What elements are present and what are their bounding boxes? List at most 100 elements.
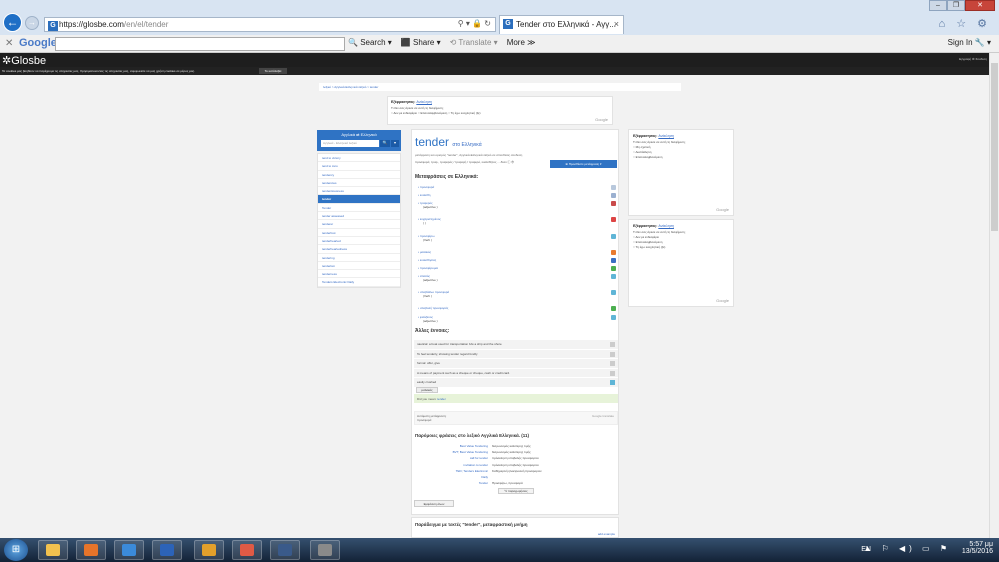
source-icon[interactable] (611, 265, 616, 271)
phrase-english[interactable]: BVT; Best Value Tendering (412, 450, 488, 454)
search-icon[interactable]: 🔍 (380, 140, 390, 147)
toolbar-share-button[interactable]: ⬛ Share ▾ (401, 38, 441, 47)
browser-tab[interactable]: G Tender στο Ελληνικά - Αγγ... × (499, 15, 624, 34)
source-icon[interactable] (611, 257, 616, 263)
taskbar-app-icon[interactable] (232, 540, 262, 560)
forward-button[interactable]: → (25, 16, 39, 30)
toolbar-translate-button[interactable]: ⟲ Translate ▾ (450, 38, 498, 47)
add-translation-button[interactable]: ⊕ Προσθέστε μετάφραση ▾ (550, 160, 617, 168)
sidebar-word-item[interactable]: tenderhearted (318, 236, 400, 246)
did-you-mean-link[interactable]: tender (437, 397, 446, 401)
source-icon[interactable] (611, 193, 616, 199)
toolbar-more-button[interactable]: More ≫ (507, 38, 536, 47)
translation-word[interactable]: ευαισθησίας (420, 258, 436, 262)
back-button[interactable]: ← (3, 13, 22, 32)
translation-word[interactable]: προσφορά (420, 185, 434, 189)
source-icon[interactable] (611, 314, 616, 320)
ad-options[interactable]: ○ Δεν με ενδιαφέρει ○ Επαναλαμβανόμενη ○… (391, 111, 609, 115)
add-example-link[interactable]: add example (598, 532, 615, 536)
phrase-english[interactable]: TED; Tenders Electronic (412, 469, 488, 473)
phrase-english[interactable]: Best Value Tendering (412, 444, 488, 448)
source-icon[interactable] (611, 274, 616, 280)
sidebar-word-item[interactable]: tenderfoot (318, 228, 400, 237)
phrase-english[interactable]: Daily (412, 475, 488, 479)
start-button[interactable]: ⊞ (4, 539, 28, 561)
translation-word[interactable]: ευαίσθη (420, 193, 431, 197)
ad-option[interactable]: ○ Επαναλαμβανόμενη (418, 111, 447, 115)
address-bar-icons[interactable]: ⚲ ▾ 🔒 ↻ (458, 19, 491, 28)
breadcrumb[interactable]: λεξικό > Αγγλικά-Ελληνικά λεξικό > tende… (319, 83, 681, 91)
meaning-tag[interactable]: μαλακός (416, 387, 438, 393)
sidebar-word-item[interactable]: tendency (318, 170, 400, 179)
address-bar[interactable]: G https://glosbe.com/en/el/tender ⚲ ▾ 🔒 … (44, 17, 496, 32)
glosbe-user-links[interactable]: Εγγραφή ⚙ Σύνδεση (959, 57, 987, 61)
source-icon[interactable] (611, 217, 616, 223)
sidebar-word-item[interactable]: tendencies (318, 178, 400, 188)
toolbar-close-icon[interactable]: ✕ (5, 38, 13, 49)
taskbar-app-icon[interactable] (38, 540, 68, 560)
vertical-scrollbar[interactable] (989, 53, 999, 538)
source-icon[interactable] (611, 306, 616, 312)
source-icon[interactable] (611, 233, 616, 239)
minimize-button[interactable]: – (929, 0, 947, 11)
taskbar-app-icon[interactable] (114, 540, 144, 560)
taskbar-app-icon[interactable] (310, 540, 340, 560)
url-text[interactable]: https://glosbe.com/en/el/tender (59, 20, 168, 29)
translation-word[interactable]: φιλόξενος (420, 315, 433, 319)
cookie-accept-button[interactable]: Το κατάλαβα (259, 68, 287, 74)
dropdown-icon[interactable]: ▾ (391, 140, 399, 147)
show-all-button[interactable]: Εμφάνιση όλων (414, 500, 454, 507)
ad-option[interactable]: ○ Τη έχω ενοχλητική (ξε) (448, 111, 480, 115)
sidebar-word-item[interactable]: tendentiousness (318, 187, 400, 196)
taskbar-app-icon[interactable] (270, 540, 300, 560)
ad-option[interactable]: ○ Ακατάλληλη (633, 150, 729, 154)
sidebar-word-item[interactable]: tenderheartedness (318, 245, 400, 254)
translation-word[interactable]: προσφέρομαι (420, 266, 438, 270)
source-icon[interactable] (610, 370, 615, 376)
ad-undo-link[interactable]: Ανάκληση (658, 134, 674, 138)
source-icon[interactable] (611, 290, 616, 296)
ad-undo-link[interactable]: Ανάκληση (416, 100, 432, 104)
ad-undo-link[interactable]: Ανάκληση (658, 224, 674, 228)
phrase-tag[interactable]: ½ παραχωρήσεις (498, 488, 534, 494)
language-pair-title[interactable]: Αγγλικά ⇄ Ελληνικά (317, 132, 401, 137)
glosbe-logo[interactable]: ✲Glosbe (2, 54, 46, 67)
sidebar-word-item[interactable]: tenderism (318, 261, 400, 271)
sidebar-word-item[interactable]: tendering (318, 253, 400, 262)
phrase-english[interactable]: Tender (412, 481, 488, 485)
source-icon[interactable] (611, 185, 616, 190)
toolbar-search-button[interactable]: 🔍 Search ▾ (348, 38, 392, 47)
close-window-button[interactable]: ✕ (965, 0, 995, 11)
sidebar-word-item[interactable]: tend to victory (318, 154, 400, 163)
toolbar-search-input[interactable] (55, 37, 345, 51)
translation-word[interactable]: υποβολή προσφοράς (420, 306, 448, 310)
sidebar-word-item[interactable]: tend to zero (318, 162, 400, 171)
source-icon[interactable] (610, 361, 615, 366)
maximize-button[interactable]: ❐ (947, 0, 965, 11)
home-favorites-settings-icons[interactable]: ⌂ ☆ ⚙ (939, 17, 991, 30)
ad-option[interactable]: ○ Επαναλαμβανόμενη (633, 155, 729, 159)
taskbar-app-icon[interactable] (152, 540, 182, 560)
sidebar-word-item[interactable]: tenderness (318, 270, 400, 279)
sidebar-search-input[interactable]: Αγγλικά - Ελληνικά λεξικό (321, 140, 379, 147)
sidebar-word-item[interactable]: Tender (318, 203, 400, 213)
phrase-english[interactable]: call for tender (412, 456, 488, 460)
ad-option[interactable]: ○ Δεν με ενδιαφέρει (633, 235, 729, 239)
source-icon[interactable] (611, 201, 616, 207)
ad-option[interactable]: ○ Τη έχω ενοχλητική (ξε) (633, 245, 729, 249)
translation-word[interactable]: μαλακός (420, 250, 431, 254)
source-icon[interactable] (611, 249, 616, 255)
sidebar-word-item[interactable]: tenderer (318, 220, 400, 229)
toolbar-signin-button[interactable]: Sign In 🔧 ▾ (948, 38, 991, 47)
taskbar-app-icon[interactable] (194, 540, 224, 560)
source-icon[interactable] (610, 380, 615, 385)
source-icon[interactable] (610, 351, 615, 357)
phrase-english[interactable]: invitation to tender (412, 463, 488, 467)
tray-icons[interactable]: ▲ ⚐ ◀) ▭ ⚑ (863, 544, 951, 553)
source-icon[interactable] (610, 342, 615, 347)
ad-option[interactable]: ○ Μη σχετική (633, 145, 729, 149)
sidebar-word-item[interactable]: tender (318, 195, 400, 204)
scrollbar-thumb[interactable] (991, 63, 998, 231)
sidebar-word-item[interactable]: Tenders Electronic Daily (318, 278, 400, 287)
taskbar-app-icon[interactable] (76, 540, 106, 560)
